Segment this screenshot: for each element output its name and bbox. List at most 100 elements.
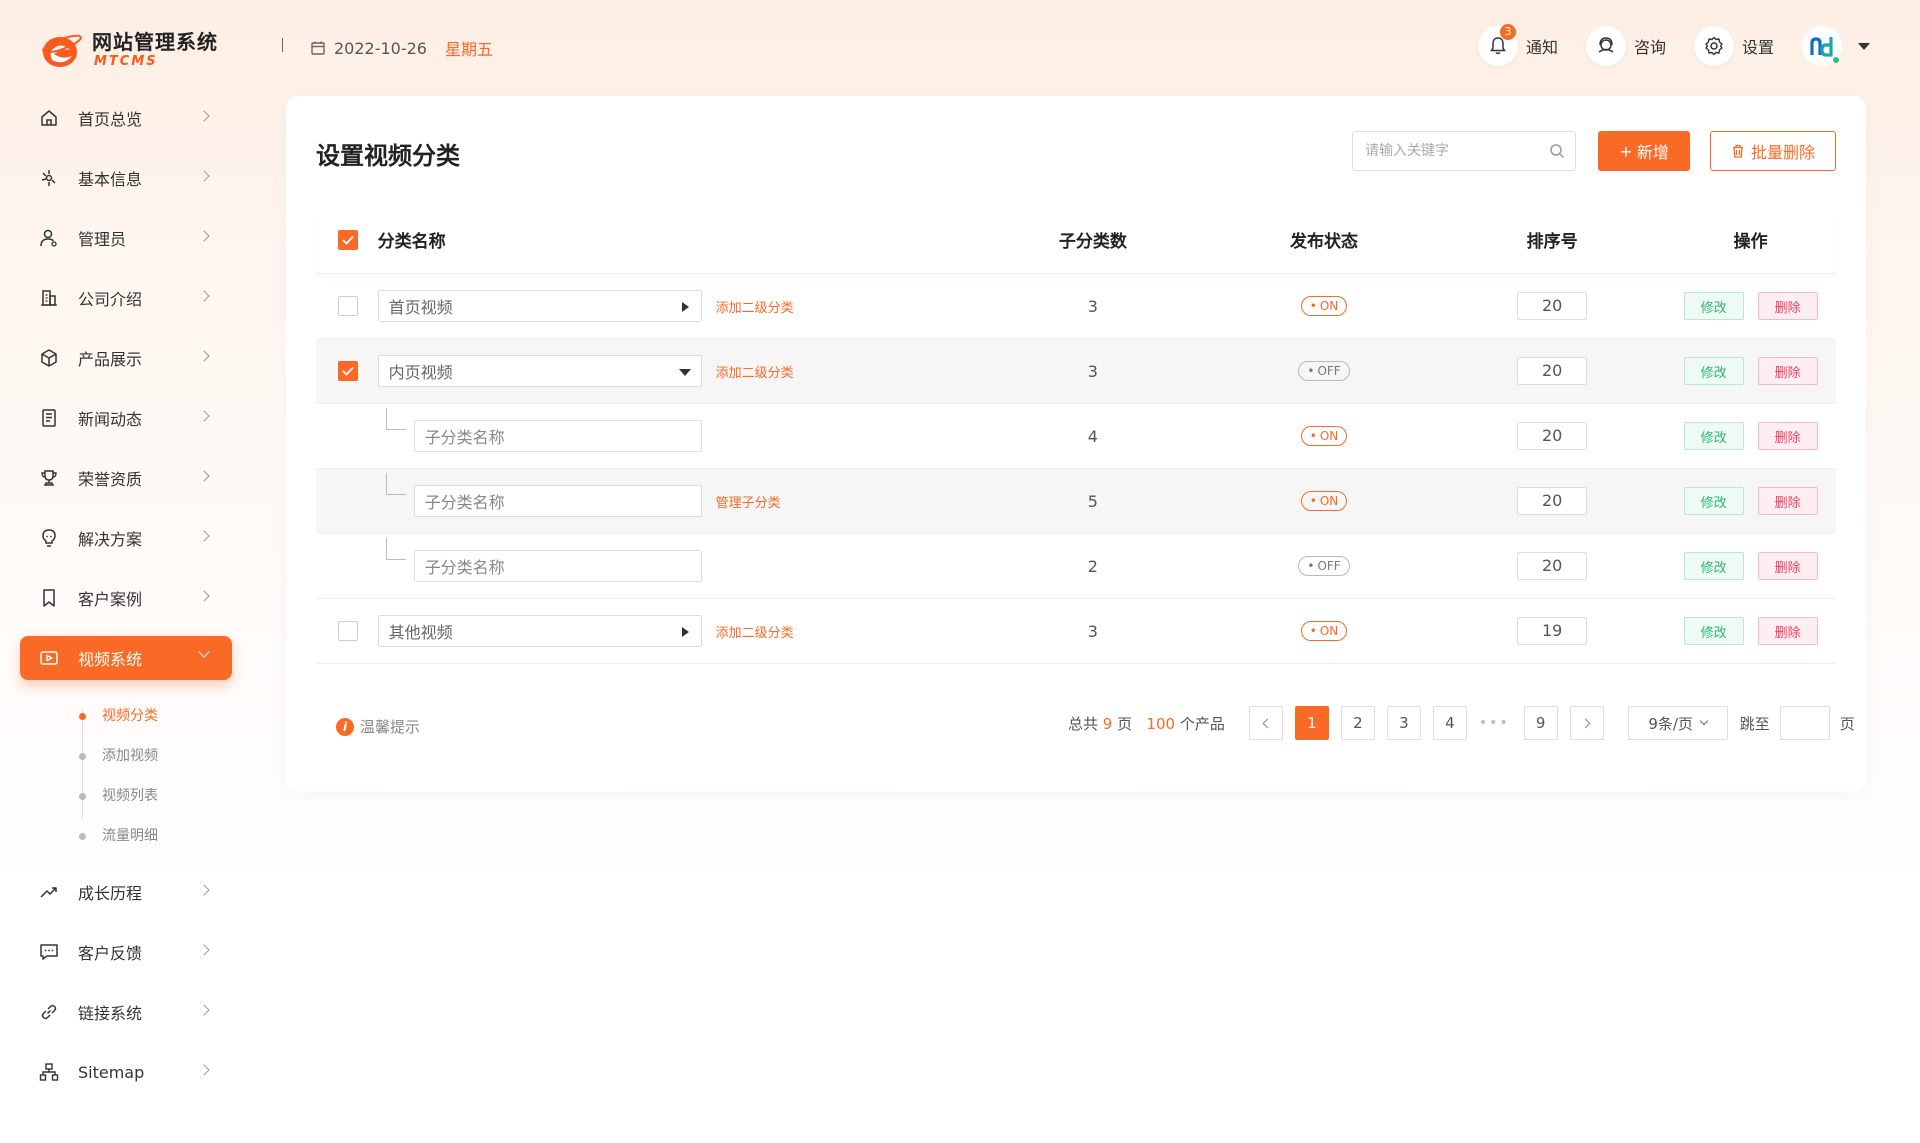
status-toggle[interactable]: • OFF [1298, 361, 1350, 381]
subcategory-name: 子分类名称 [424, 428, 505, 447]
sidebar-item-growth[interactable]: 成长历程 [20, 870, 232, 914]
subcategory-name-field[interactable]: 子分类名称 [413, 550, 702, 582]
status-toggle[interactable]: • ON [1300, 426, 1348, 446]
batch-delete-button[interactable]: 批量删除 [1710, 131, 1836, 171]
page-button[interactable]: 4 [1432, 706, 1467, 740]
sidebar-item-sitemap[interactable]: Sitemap [20, 1050, 232, 1094]
chevron-right-icon [198, 590, 210, 602]
col-header-sub-count: 子分类数 [1058, 232, 1127, 252]
caret-right-icon[interactable] [681, 302, 689, 312]
subnav-item-video-list[interactable]: 视频列表 [79, 776, 232, 816]
chevron-right-icon [1580, 718, 1591, 728]
add-button[interactable]: + 新增 [1598, 131, 1690, 171]
prev-page-button[interactable] [1248, 706, 1283, 740]
subcategory-name-field[interactable]: 子分类名称 [413, 420, 702, 452]
trend-icon [38, 881, 60, 903]
subnav-item-video-category[interactable]: 视频分类 [79, 696, 232, 736]
status-toggle[interactable]: • OFF [1298, 556, 1350, 576]
edit-button[interactable]: 修改 [1683, 292, 1744, 320]
consult-icon-wrap [1585, 26, 1626, 66]
category-name-field[interactable]: 内页视频 [377, 355, 702, 387]
sidebar-item-admin[interactable]: 管理员 [20, 216, 232, 260]
sidebar-item-label: 产品展示 [78, 350, 143, 369]
caret-down-icon[interactable] [678, 369, 691, 376]
sidebar-item-products[interactable]: 产品展示 [20, 336, 232, 380]
row-checkbox[interactable] [338, 621, 358, 641]
status-toggle[interactable]: • ON [1300, 491, 1348, 511]
row-checkbox[interactable] [338, 361, 358, 381]
sidebar-item-honors[interactable]: 荣誉资质 [20, 456, 232, 500]
jump-unit: 页 [1839, 714, 1855, 733]
sort-input[interactable]: 19 [1517, 617, 1588, 645]
sidebar-item-company[interactable]: 公司介绍 [20, 276, 232, 320]
consult-label: 咨询 [1633, 38, 1666, 57]
settings-button[interactable]: 设置 [1693, 26, 1774, 66]
delete-button[interactable]: 删除 [1757, 552, 1818, 580]
status-toggle[interactable]: • ON [1300, 296, 1348, 316]
link-icon [38, 1001, 60, 1023]
user-icon [38, 227, 60, 249]
sidebar-item-label: 荣誉资质 [78, 470, 143, 489]
notify-button[interactable]: 3 通知 [1477, 24, 1558, 66]
sidebar-item-label: 客户反馈 [78, 944, 143, 963]
jump-page-input[interactable] [1779, 706, 1830, 740]
delete-button[interactable]: 删除 [1757, 422, 1818, 450]
category-name-field[interactable]: 首页视频 [377, 290, 702, 322]
status-text: OFF [1317, 559, 1341, 573]
next-page-button[interactable] [1569, 706, 1604, 740]
sidebar-item-home[interactable]: 首页总览 [20, 96, 232, 140]
manage-subcategory-link[interactable]: 管理子分类 [716, 492, 781, 511]
status-text: OFF [1317, 364, 1341, 378]
page-button[interactable]: 2 [1340, 706, 1375, 740]
chevron-right-icon [198, 530, 210, 542]
notify-label: 通知 [1525, 38, 1558, 57]
video-subnav: 视频分类 添加视频 视频列表 流量明细 [79, 696, 232, 856]
sort-input[interactable]: 20 [1517, 357, 1588, 385]
sidebar-item-news[interactable]: 新闻动态 [20, 396, 232, 440]
sidebar-item-cases[interactable]: 客户案例 [20, 576, 232, 620]
sidebar-item-video[interactable]: 视频系统 [20, 636, 232, 680]
delete-button[interactable]: 删除 [1757, 357, 1818, 385]
page-button[interactable]: 1 [1294, 706, 1329, 740]
edit-button[interactable]: 修改 [1683, 552, 1744, 580]
app-logo: 网站管理系统 MTCMS [38, 22, 238, 78]
user-menu[interactable] [1802, 26, 1870, 66]
page-size-select[interactable]: 9条/页 [1627, 706, 1728, 740]
subnav-item-add-video[interactable]: 添加视频 [79, 736, 232, 776]
status-toggle[interactable]: • ON [1300, 621, 1348, 641]
select-all-checkbox[interactable] [338, 229, 358, 250]
sidebar-item-feedback[interactable]: 客户反馈 [20, 930, 232, 974]
caret-right-icon[interactable] [681, 627, 689, 637]
sort-input[interactable]: 20 [1517, 487, 1588, 515]
add-subcategory-link[interactable]: 添加二级分类 [716, 297, 794, 316]
sidebar-item-basic-info[interactable]: 基本信息 [20, 156, 232, 200]
sort-input[interactable]: 20 [1517, 552, 1588, 580]
plus-icon: + [1619, 141, 1633, 161]
search-input[interactable] [1353, 132, 1575, 170]
sort-input[interactable]: 20 [1517, 422, 1588, 450]
delete-button[interactable]: 删除 [1757, 487, 1818, 515]
row-checkbox[interactable] [338, 296, 358, 316]
delete-button[interactable]: 删除 [1757, 617, 1818, 645]
subcategory-name-field[interactable]: 子分类名称 [413, 485, 702, 517]
subnav-item-traffic[interactable]: 流量明细 [79, 816, 232, 856]
notify-icon-wrap: 3 [1477, 24, 1518, 66]
edit-button[interactable]: 修改 [1683, 357, 1744, 385]
sidebar-item-solutions[interactable]: 解决方案 [20, 516, 232, 560]
trash-icon [1732, 144, 1743, 158]
col-header-actions: 操作 [1733, 232, 1768, 252]
edit-button[interactable]: 修改 [1683, 617, 1744, 645]
table-row: 首页视频 添加二级分类 3 • ON 20 修改 删除 [316, 274, 1836, 339]
sort-input[interactable]: 20 [1517, 292, 1588, 320]
page-button[interactable]: 9 [1523, 706, 1558, 740]
category-name-field[interactable]: 其他视频 [377, 615, 702, 647]
delete-button[interactable]: 删除 [1757, 292, 1818, 320]
add-subcategory-link[interactable]: 添加二级分类 [716, 362, 794, 381]
sub-count: 4 [1087, 426, 1098, 446]
edit-button[interactable]: 修改 [1683, 422, 1744, 450]
page-button[interactable]: 3 [1386, 706, 1421, 740]
edit-button[interactable]: 修改 [1683, 487, 1744, 515]
add-subcategory-link[interactable]: 添加二级分类 [716, 622, 794, 641]
sidebar-item-links[interactable]: 链接系统 [20, 990, 232, 1034]
consult-button[interactable]: 咨询 [1585, 26, 1666, 66]
